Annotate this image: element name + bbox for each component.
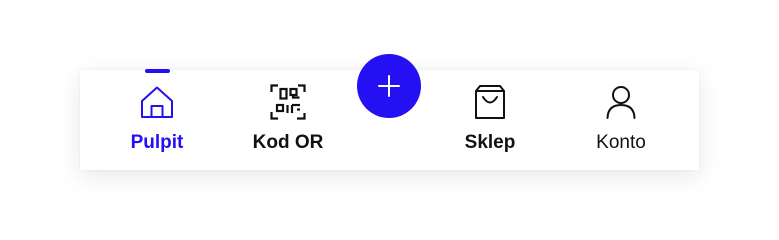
plus-icon <box>378 75 400 97</box>
tab-label: Sklep <box>464 132 516 153</box>
tab-label: Konto <box>596 132 646 153</box>
tab-pulpit[interactable]: Pulpit <box>102 69 212 170</box>
tab-konto[interactable]: Konto <box>566 70 676 170</box>
active-tab-indicator <box>144 69 170 73</box>
shopping-bag-icon <box>472 84 508 120</box>
home-icon <box>139 84 175 120</box>
tab-kod-or[interactable]: Kod OR <box>233 70 343 170</box>
add-button[interactable] <box>357 54 421 118</box>
tab-label: Pulpit <box>130 132 184 153</box>
tab-sklep[interactable]: Sklep <box>435 70 545 170</box>
user-icon <box>603 84 639 120</box>
qr-code-icon <box>270 84 306 120</box>
tab-label: Kod OR <box>252 132 324 153</box>
